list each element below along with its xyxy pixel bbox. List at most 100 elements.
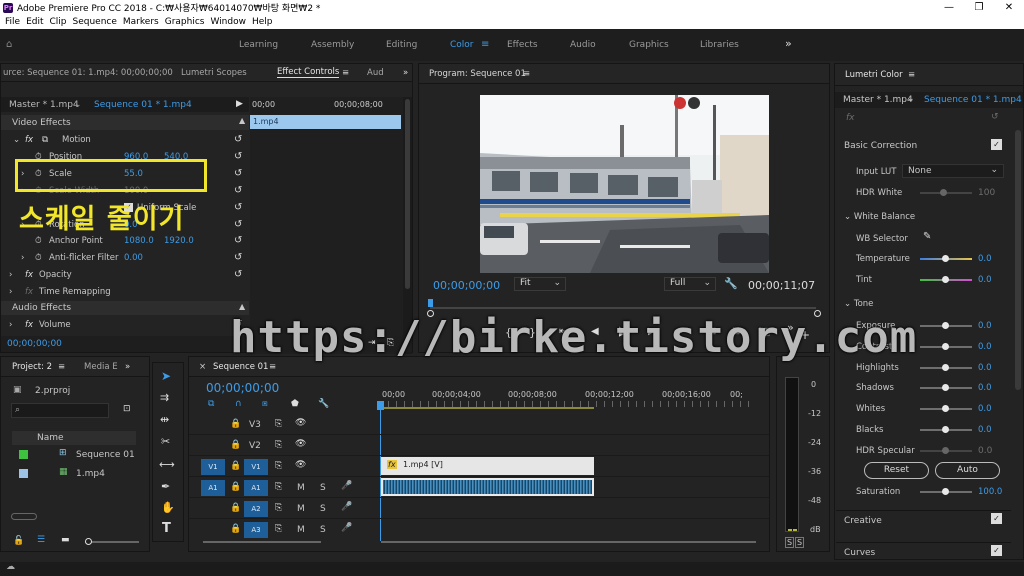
new-bin-icon[interactable]: ⊡ [123,404,131,414]
reset-icon[interactable]: ↺ [234,219,242,230]
workspace-libraries[interactable]: Libraries [700,40,739,50]
panel-menu-icon[interactable]: ≡ [58,362,65,372]
zoom-knob[interactable] [85,538,92,545]
tone-section[interactable]: ⌄ Tone [844,299,873,309]
workspace-graphics[interactable]: Graphics [629,40,669,50]
eye-icon[interactable]: 👁 [295,418,306,428]
panel-menu-icon[interactable]: ≡ [908,70,915,80]
microphone-icon[interactable]: 🎤 [341,502,352,512]
collapse-icon[interactable]: ▲ [239,302,245,311]
project-search-input[interactable]: ⌕ [11,403,109,418]
dropdown-icon[interactable]: ⌄ [907,94,915,104]
reset-icon[interactable]: ↺ [234,202,242,213]
add-marker-icon[interactable]: ⬟ [291,399,299,409]
hand-tool-icon[interactable]: ✋ [161,501,175,514]
resolution-dropdown[interactable]: Full ⌄ [664,277,716,291]
mute-button[interactable]: M [297,525,305,535]
whites-slider[interactable] [920,405,972,412]
workspace-learning[interactable]: Learning [239,40,278,50]
sync-lock-icon[interactable]: ⎘ [275,524,282,534]
basic-correction-header[interactable]: Basic Correction ✓ [836,137,1011,155]
anchor-y-value[interactable]: 1920.0 [164,236,194,246]
microphone-icon[interactable]: 🎤 [341,481,352,491]
ec-clip-bar[interactable]: 1.mp4 [250,115,401,129]
tint-value[interactable]: 0.0 [978,275,992,285]
menu-help[interactable]: Help [252,17,273,27]
shadows-value[interactable]: 0.0 [978,383,992,393]
tint-slider[interactable] [920,276,972,283]
track-target-a2[interactable]: A2 [244,501,268,517]
tab-audio[interactable]: Aud [367,68,384,78]
menu-edit[interactable]: Edit [26,17,43,27]
tab-effect-controls[interactable]: Effect Controls [277,67,340,78]
lock-icon[interactable]: 🔒 [230,440,241,450]
timeline-title[interactable]: Sequence 01 [213,362,268,372]
tab-project[interactable]: Project: 2 [12,362,52,372]
zoom-slider[interactable] [85,538,139,545]
saturation-slider[interactable] [920,488,972,495]
shadows-slider[interactable] [920,384,972,391]
antiflicker-value[interactable]: 0.00 [124,253,143,263]
basic-correction-checkbox[interactable]: ✓ [991,139,1002,150]
timeline-timecode[interactable]: 00;00;00;00 [206,381,279,395]
home-icon[interactable]: ⌂ [6,39,12,50]
sync-lock-icon[interactable]: ⎘ [275,461,282,471]
collapse-icon[interactable]: ▲ [239,116,245,125]
list-item[interactable]: ▦ 1.mp4 [12,466,136,483]
ec-sequence-label[interactable]: Sequence 01 * 1.mp4 [94,100,192,110]
timeline-scrollbar-left[interactable] [203,541,321,543]
mute-button[interactable]: M [297,504,305,514]
ec-master-label[interactable]: Master * 1.mp4 [9,100,79,110]
more-tabs-icon[interactable]: » [125,362,130,372]
creative-section[interactable]: Creative ✓ [836,510,1011,528]
lumetri-scrollbar[interactable] [1015,130,1021,390]
chevron-right-icon[interactable]: › [9,320,12,330]
solo-button[interactable]: S [320,483,326,493]
stopwatch-icon[interactable]: ⏱ [35,253,42,263]
temperature-value[interactable]: 0.0 [978,254,992,264]
nest-icon[interactable]: ⧉ [208,399,214,409]
eye-icon[interactable]: 👁 [295,439,306,449]
reset-icon[interactable]: ↺ [234,269,242,280]
timeline-ruler[interactable]: 00;00 00;00;04;00 00;00;08;00 00;00;12;0… [380,387,754,411]
program-video-frame[interactable] [480,95,769,273]
reset-icon[interactable]: ↺ [991,112,999,122]
chevron-down-icon[interactable]: ⌄ [13,135,20,145]
reset-icon[interactable]: ↺ [234,252,242,263]
snap-icon[interactable]: ∩ [235,399,242,409]
solo-button[interactable]: S [320,525,326,535]
cloud-sync-icon[interactable]: ☁ [6,562,15,572]
anchor-x-value[interactable]: 1080.0 [124,236,154,246]
lumetri-title[interactable]: Lumetri Color [845,70,903,80]
eye-icon[interactable]: 👁 [295,460,306,470]
white-balance-section[interactable]: ⌄ White Balance [844,212,915,222]
project-scrollbar[interactable] [11,513,37,520]
blacks-value[interactable]: 0.0 [978,425,992,435]
stopwatch-icon[interactable]: ⏱ [35,236,42,246]
reset-icon[interactable]: ↺ [234,151,242,162]
tab-source[interactable]: urce: Sequence 01: 1.mp4: 00;00;00;00 [3,68,173,78]
blacks-slider[interactable] [920,426,972,433]
track-select-tool-icon[interactable]: ⇉ [160,391,169,404]
sync-lock-icon[interactable]: ⎘ [275,503,282,513]
icon-view-icon[interactable]: ▬ [61,535,70,545]
audio-clip[interactable] [381,478,594,496]
lock-icon[interactable]: 🔒 [230,461,241,471]
fx-icon[interactable]: fx [25,135,33,145]
mute-button[interactable]: M [297,483,305,493]
lock-icon[interactable]: 🔓 [13,536,24,546]
maximize-button[interactable]: ❐ [964,0,994,15]
curves-section[interactable]: Curves ✓ [836,542,1011,560]
menu-graphics[interactable]: Graphics [165,17,205,27]
tab-lumetri-scopes[interactable]: Lumetri Scopes [181,68,247,78]
timeline-scrollbar-right[interactable] [381,541,756,543]
dropdown-icon[interactable]: ⌄ [74,100,82,110]
slip-tool-icon[interactable]: ⟷ [159,458,175,471]
solo-right-button[interactable]: S [795,537,805,548]
close-tab-icon[interactable]: × [199,362,206,372]
curves-checkbox[interactable]: ✓ [991,545,1002,556]
more-tabs-icon[interactable]: » [403,68,408,78]
wrench-icon[interactable]: 🔧 [724,277,738,290]
menu-markers[interactable]: Markers [123,17,159,27]
close-button[interactable]: ✕ [994,0,1024,15]
